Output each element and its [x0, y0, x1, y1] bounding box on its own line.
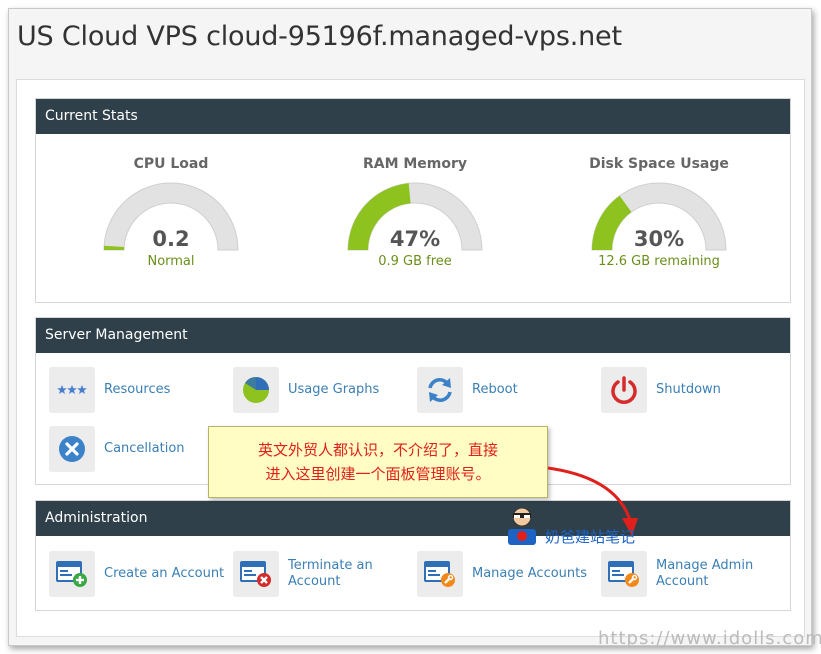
pie-chart-icon [233, 367, 279, 413]
stars-icon [49, 367, 95, 413]
annotation-line-2: 进入这里创建一个面板管理账号。 [265, 465, 491, 483]
gauge-subtitle: 0.9 GB free [378, 254, 452, 269]
disk-gauge-chart: 30% [591, 182, 727, 251]
create-account-button[interactable]: Create an Account [49, 551, 229, 597]
window-wrench-icon [417, 551, 463, 597]
refresh-icon [417, 367, 463, 413]
close-circle-icon [49, 426, 95, 472]
resources-label: Resources [104, 382, 171, 397]
annotation-note: 英文外贸人都认识，不介绍了，直接 进入这里创建一个面板管理账号。 [208, 426, 548, 498]
watermark-text: 奶爸建站笔记 [545, 528, 636, 546]
gauge-title: Disk Space Usage [589, 156, 729, 172]
shutdown-button[interactable]: Shutdown [601, 367, 781, 413]
gauge-subtitle: 12.6 GB remaining [598, 254, 720, 269]
dashboard-card: Current Stats CPU Load 0.2 Normal RAM Me… [16, 79, 805, 637]
create-account-label: Create an Account [104, 566, 225, 581]
gauge-title: CPU Load [133, 156, 209, 172]
shutdown-label: Shutdown [656, 382, 721, 397]
ram-gauge-chart: 47% [347, 182, 483, 251]
annotation-line-1: 英文外贸人都认识，不介绍了，直接 [257, 441, 498, 459]
gauge-disk-space: Disk Space Usage 30% 12.6 GB remaining [534, 134, 784, 269]
gauge-ram-memory: RAM Memory 47% 0.9 GB free [290, 134, 540, 269]
manage-accounts-button[interactable]: Manage Accounts [417, 551, 597, 597]
window-remove-icon [233, 551, 279, 597]
avatar-mascot-icon [508, 507, 536, 545]
cpu-gauge-chart: 0.2 [103, 182, 239, 251]
administration-panel: Administration Create an Account Termina… [35, 500, 791, 611]
cancellation-label: Cancellation [104, 441, 185, 456]
manage-admin-account-label: Manage Admin Account [656, 558, 754, 589]
reboot-button[interactable]: Reboot [417, 367, 597, 413]
server-management-header: Server Management [36, 318, 790, 353]
gauge-fill [592, 195, 632, 250]
page-frame: US Cloud VPS cloud-95196f.managed-vps.ne… [8, 8, 812, 646]
gauge-cpu-load: CPU Load 0.2 Normal [46, 134, 296, 269]
manage-accounts-label: Manage Accounts [472, 566, 588, 581]
terminate-account-button[interactable]: Terminate an Account [233, 551, 413, 597]
power-icon [601, 367, 647, 413]
resources-button[interactable]: Resources [49, 367, 229, 413]
cancellation-button[interactable]: Cancellation [49, 426, 229, 472]
url-watermark: https://www.idolls.com [598, 628, 821, 649]
gauge-value: 30% [634, 227, 684, 251]
current-stats-panel: Current Stats CPU Load 0.2 Normal RAM Me… [35, 98, 791, 303]
terminate-account-label: Terminate an Account [288, 558, 373, 589]
gauge-subtitle: Normal [147, 254, 195, 269]
page-title: US Cloud VPS cloud-95196f.managed-vps.ne… [17, 21, 622, 52]
administration-header: Administration [36, 501, 790, 536]
window-add-icon [49, 551, 95, 597]
manage-admin-account-button[interactable]: Manage Admin Account [601, 551, 781, 597]
reboot-label: Reboot [472, 382, 518, 397]
usage-graphs-label: Usage Graphs [288, 382, 380, 397]
gauge-value: 47% [390, 227, 440, 251]
usage-graphs-button[interactable]: Usage Graphs [233, 367, 413, 413]
window-wrench-icon [601, 551, 647, 597]
gauge-title: RAM Memory [362, 156, 468, 172]
current-stats-header: Current Stats [36, 99, 790, 134]
gauge-value: 0.2 [152, 227, 189, 251]
